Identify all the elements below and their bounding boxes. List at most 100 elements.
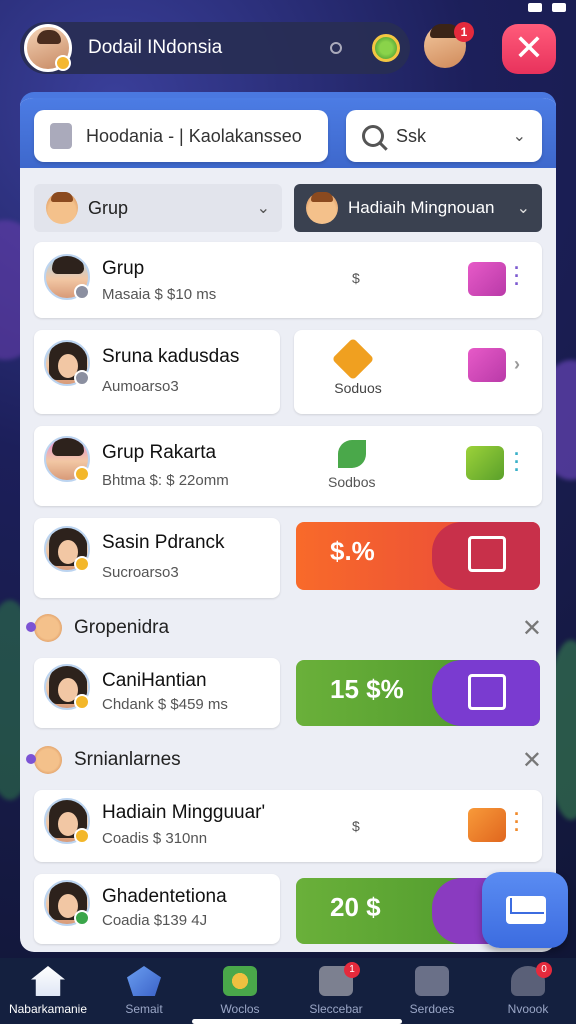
promo-banner[interactable]: $.% — [296, 522, 540, 590]
nav-label: Woclos — [220, 1002, 260, 1016]
reward-face-icon — [306, 192, 338, 224]
more-icon[interactable]: · · · — [514, 259, 520, 293]
section-header: Srnianlarnes ✕ — [26, 740, 542, 780]
avatar[interactable] — [24, 24, 72, 72]
group-filter-label: Grup — [88, 197, 129, 218]
item-value: $ — [352, 818, 360, 834]
group-face-icon — [46, 192, 78, 224]
section-face-icon — [26, 746, 62, 774]
chevron-down-icon: ⌄ — [516, 200, 530, 217]
item-subtitle: Sucroarso3 — [102, 564, 179, 581]
search-input[interactable]: Hoodania - | Kaolakansseo — [34, 110, 328, 162]
item-subtitle: Aumoarso3 — [102, 378, 179, 395]
reward-label: Soduos — [334, 380, 382, 396]
nav-label: Nabarkamanie — [8, 1002, 88, 1016]
item-name: Grup — [102, 258, 145, 279]
nav-item-home[interactable]: Nabarkamanie — [0, 958, 96, 1024]
close-icon[interactable]: ✕ — [522, 614, 542, 643]
search-input-value: Hoodania - | Kaolakansseo — [86, 125, 302, 146]
panel-header: Hoodania - | Kaolakansseo Ssk ⌄ — [20, 98, 556, 168]
list-item[interactable]: Grup Rakarta Bhtma $: $ 22omm Sodbos · · · — [34, 426, 542, 506]
status-badge — [74, 694, 90, 710]
status-badge — [74, 370, 90, 386]
list-item[interactable]: Sruna kadusdas Aumoarso3 — [34, 330, 280, 414]
envelope-icon — [506, 896, 546, 924]
chevron-right-icon[interactable]: › — [514, 355, 520, 373]
search-icon — [362, 125, 384, 147]
nav-badge: 0 — [536, 962, 552, 978]
nav-label: Sleccebar — [309, 1002, 363, 1016]
battery-icon — [552, 2, 566, 12]
level-badge-icon — [55, 55, 71, 71]
item-value: $ — [352, 270, 360, 286]
section-title: Gropenidra — [74, 617, 170, 638]
promo-banner[interactable]: 15 $% — [296, 660, 540, 726]
section-title: Srnianlarnes — [74, 749, 181, 770]
promo-value: 15 $% — [330, 674, 404, 704]
mail-button[interactable] — [482, 872, 568, 948]
status-dot-icon — [330, 42, 342, 54]
item-subtitle: Bhtma $: $ 22omm — [102, 472, 229, 489]
close-button[interactable]: ✕ — [502, 24, 556, 74]
promo-value: 20 $ — [330, 892, 381, 922]
more-icon[interactable]: · · · — [514, 445, 520, 479]
item-name: Sruna kadusdas — [102, 346, 240, 367]
profile-header[interactable]: Dodail INdonsia — [20, 22, 410, 74]
gift-box-icon[interactable] — [466, 446, 504, 480]
leaf-icon — [338, 440, 366, 468]
list-item[interactable]: Sasin Pdranck Sucroarso3 — [34, 518, 280, 598]
more-icon[interactable]: · · · — [514, 805, 520, 839]
diamond-icon — [331, 337, 375, 381]
search-dropdown[interactable]: Ssk ⌄ — [346, 110, 542, 162]
notification-badge: 1 — [454, 22, 474, 42]
section-face-icon — [26, 614, 62, 642]
nav-item-mail[interactable]: Serdoes — [384, 958, 480, 1024]
status-badge — [74, 466, 90, 482]
reward-card[interactable]: Soduos › — [294, 330, 542, 414]
item-subtitle: Chdank $ $459 ms — [102, 696, 228, 713]
calendar-icon[interactable] — [468, 808, 506, 842]
nav-item-store[interactable]: 1 Sleccebar — [288, 958, 384, 1024]
reward-filter[interactable]: Hadiaih Mingnouan ⌄ — [294, 184, 542, 232]
nav-item-search[interactable]: Semait — [96, 958, 192, 1024]
list-item[interactable]: Grup Masaia $ $10 ms $ · · · — [34, 242, 542, 318]
list-item[interactable]: Hadiain Mingguuar' Coadis $ 310nn $ · · · — [34, 790, 542, 862]
item-name: Sasin Pdranck — [102, 532, 225, 553]
chevron-down-icon: ⌄ — [256, 200, 270, 217]
nav-item-world[interactable]: Woclos — [192, 958, 288, 1024]
status-bar — [528, 0, 566, 14]
wifi-icon — [528, 2, 542, 12]
nav-item-profile[interactable]: 0 Nvoook — [480, 958, 576, 1024]
status-badge — [74, 284, 90, 300]
gift-app-icon[interactable] — [468, 262, 506, 296]
promo-value: $.% — [330, 536, 375, 566]
list-item[interactable]: Ghadentetiona Coadia $139 4J — [34, 874, 280, 944]
item-name: Ghadentetiona — [102, 886, 227, 907]
status-badge — [74, 556, 90, 572]
globe-icon — [223, 966, 257, 996]
close-icon[interactable]: ✕ — [522, 746, 542, 775]
star-icon — [127, 966, 161, 996]
section-header: Gropenidra ✕ — [26, 608, 542, 648]
search-dropdown-value: Ssk — [396, 125, 427, 146]
mail-icon — [468, 536, 506, 572]
nav-label: Semait — [125, 1002, 163, 1016]
card-app-icon[interactable] — [468, 348, 506, 382]
document-icon — [468, 674, 506, 710]
item-subtitle: Coadia $139 4J — [102, 912, 208, 929]
nav-label: Serdoes — [409, 1002, 455, 1016]
profile-title: Dodail INdonsia — [88, 37, 223, 58]
coin-icon[interactable] — [372, 34, 400, 62]
group-filter[interactable]: Grup ⌄ — [34, 184, 282, 232]
home-icon — [31, 966, 65, 996]
status-badge — [74, 828, 90, 844]
folder-icon — [50, 123, 72, 149]
filter-bar: Grup ⌄ Hadiaih Mingnouan ⌄ — [34, 184, 542, 232]
mail-icon — [415, 966, 449, 996]
chevron-down-icon: ⌄ — [512, 128, 526, 145]
item-name: Hadiain Mingguuar' — [102, 802, 266, 823]
main-panel: Hoodania - | Kaolakansseo Ssk ⌄ Grup ⌄ H… — [20, 92, 556, 952]
bottom-nav: Nabarkamanie Semait Woclos 1 Sleccebar S… — [0, 958, 576, 1024]
status-badge — [74, 910, 90, 926]
list-item[interactable]: CaniHantian Chdank $ $459 ms — [34, 658, 280, 728]
